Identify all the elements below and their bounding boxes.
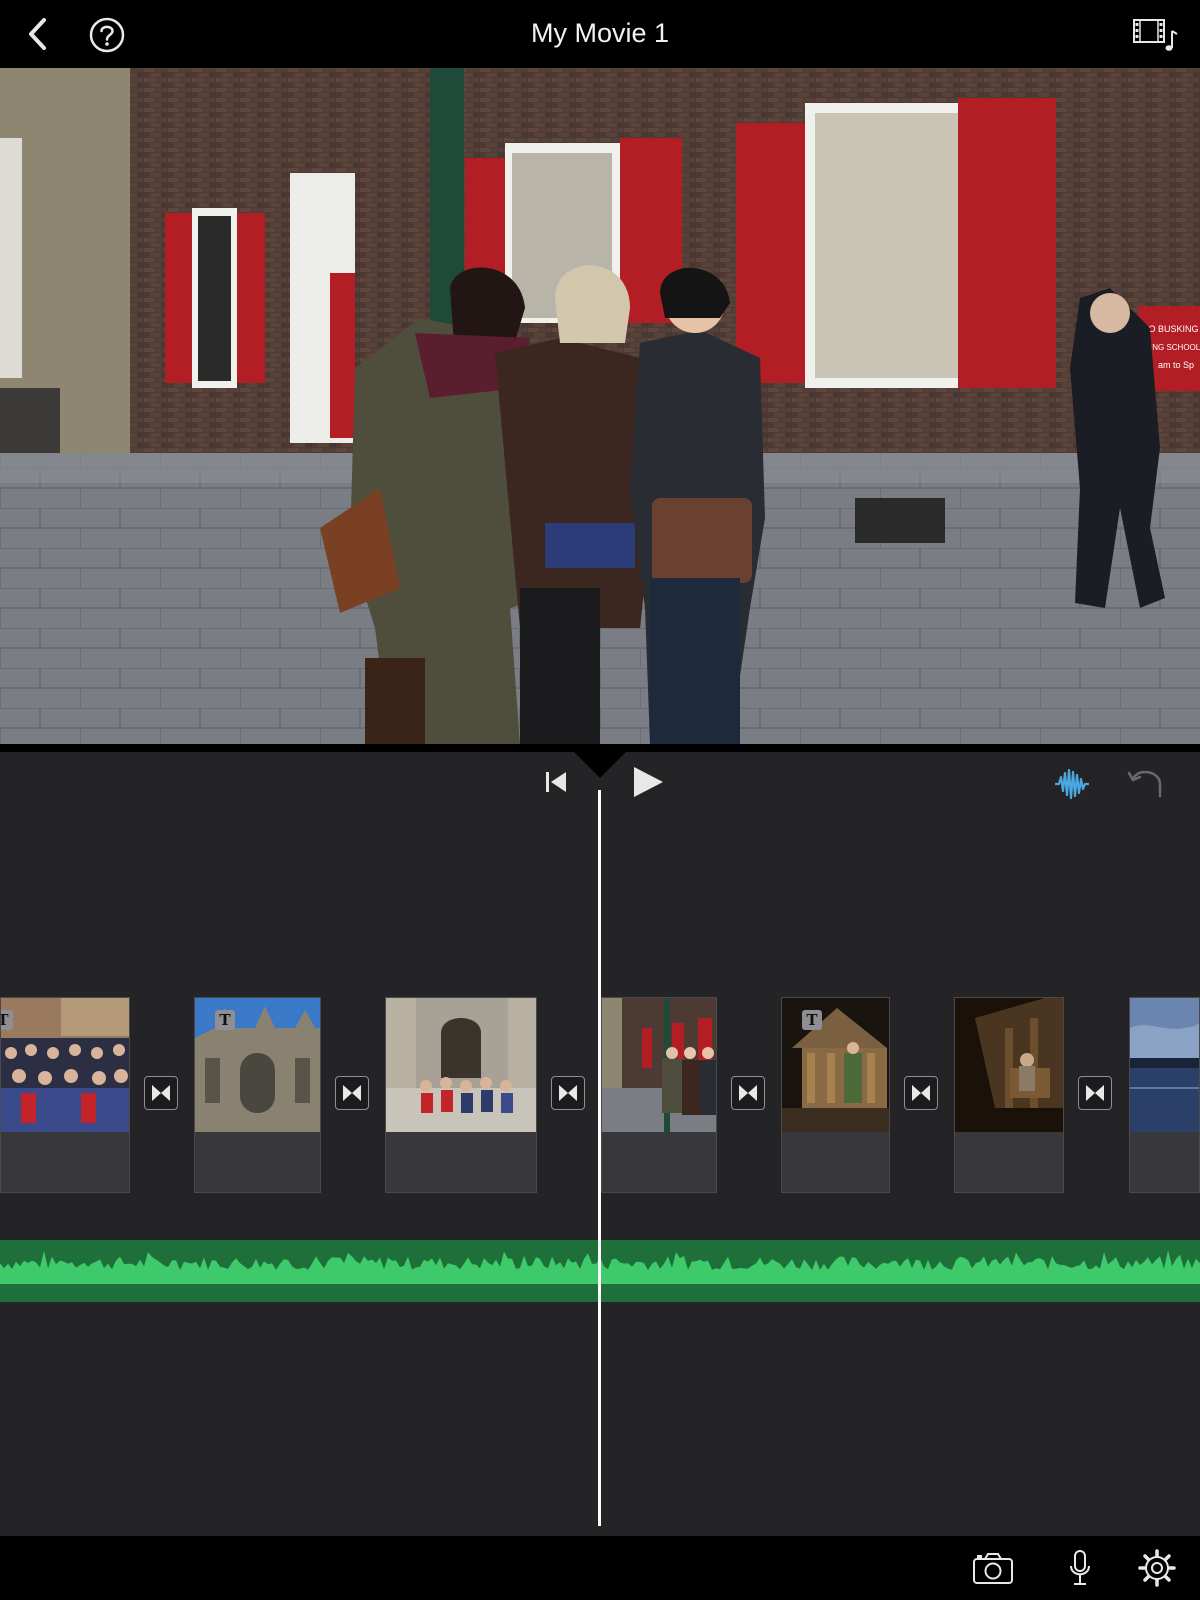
settings-button[interactable]: [1134, 1545, 1180, 1591]
clip-audio-area: [602, 1132, 716, 1192]
title-badge: T: [215, 1010, 235, 1030]
clip-group-on-steps[interactable]: [385, 997, 537, 1193]
sign-line-2: ING SCHOOL: [1150, 343, 1200, 352]
project-title: My Movie 1: [530, 18, 670, 48]
play-icon: [634, 767, 663, 797]
clip-thumbnail: [955, 998, 1063, 1132]
undo-icon: [1127, 770, 1162, 798]
audio-waveform-button[interactable]: [1050, 762, 1094, 806]
sign-line-1: NO BUSKING P: [1142, 324, 1200, 334]
microphone-icon: [1070, 1550, 1090, 1585]
camera-icon: [973, 1553, 1013, 1584]
transition-bowtie-icon: [559, 1085, 577, 1101]
gear-icon: [1138, 1549, 1176, 1587]
film-music-icon: [1133, 19, 1178, 51]
media-library-button[interactable]: [1130, 14, 1180, 54]
clip-audio-area: [955, 1132, 1063, 1192]
transition-button[interactable]: [551, 1076, 585, 1110]
transition-bowtie-icon: [912, 1085, 930, 1101]
clip-thumbnail: [195, 998, 320, 1132]
top-bar: My Movie 1: [0, 0, 1200, 68]
title-badge: T: [802, 1010, 822, 1030]
transition-bowtie-icon: [343, 1085, 361, 1101]
clip-audio-area: [195, 1132, 320, 1192]
transition-bowtie-icon: [152, 1085, 170, 1101]
undo-button[interactable]: [1124, 762, 1168, 806]
transition-button[interactable]: [731, 1076, 765, 1110]
playhead[interactable]: [598, 790, 601, 1526]
title-badge: T: [1, 1010, 13, 1030]
playhead-marker-triangle: [574, 752, 626, 778]
clip-thumbnail: [1, 998, 129, 1132]
transition-button[interactable]: [904, 1076, 938, 1110]
voiceover-button[interactable]: [1058, 1546, 1102, 1590]
sign-line-3: am to Sp: [1158, 360, 1194, 370]
play-button[interactable]: [626, 760, 670, 804]
preview-frame-image: NO BUSKING P ING SCHOOL am to Sp: [0, 68, 1200, 744]
clip-audio-area: [1130, 1132, 1199, 1192]
clip-cathedral-facade[interactable]: T: [194, 997, 321, 1193]
transition-button[interactable]: [335, 1076, 369, 1110]
clip-thumbnail: [782, 998, 889, 1132]
transition-button[interactable]: [144, 1076, 178, 1110]
clip-audio-area: [386, 1132, 536, 1192]
clip-viking-hut-figure[interactable]: T: [781, 997, 890, 1193]
transition-bowtie-icon: [739, 1085, 757, 1101]
camera-button[interactable]: [970, 1546, 1016, 1590]
clip-audio-area: [782, 1132, 889, 1192]
clip-thumbnail: [1130, 998, 1199, 1132]
skip-to-start-icon: [546, 772, 566, 792]
waveform-icon: [1055, 768, 1089, 800]
clip-group-photo-street[interactable]: T: [0, 997, 130, 1193]
clip-dark-workshop-figure[interactable]: [954, 997, 1064, 1193]
transition-bowtie-icon: [1086, 1085, 1104, 1101]
clip-thumbnail: [386, 998, 536, 1132]
transition-button[interactable]: [1078, 1076, 1112, 1110]
bottom-toolbar: [0, 1536, 1200, 1600]
clip-thumbnail: [602, 998, 716, 1132]
clip-audio-area: [1, 1132, 129, 1192]
clip-river-dusk[interactable]: [1129, 997, 1200, 1193]
viewer-separator: [0, 744, 1200, 752]
skip-to-start-button[interactable]: [538, 764, 574, 800]
clip-three-women-street[interactable]: [601, 997, 717, 1193]
video-preview[interactable]: NO BUSKING P ING SCHOOL am to Sp: [0, 68, 1200, 744]
